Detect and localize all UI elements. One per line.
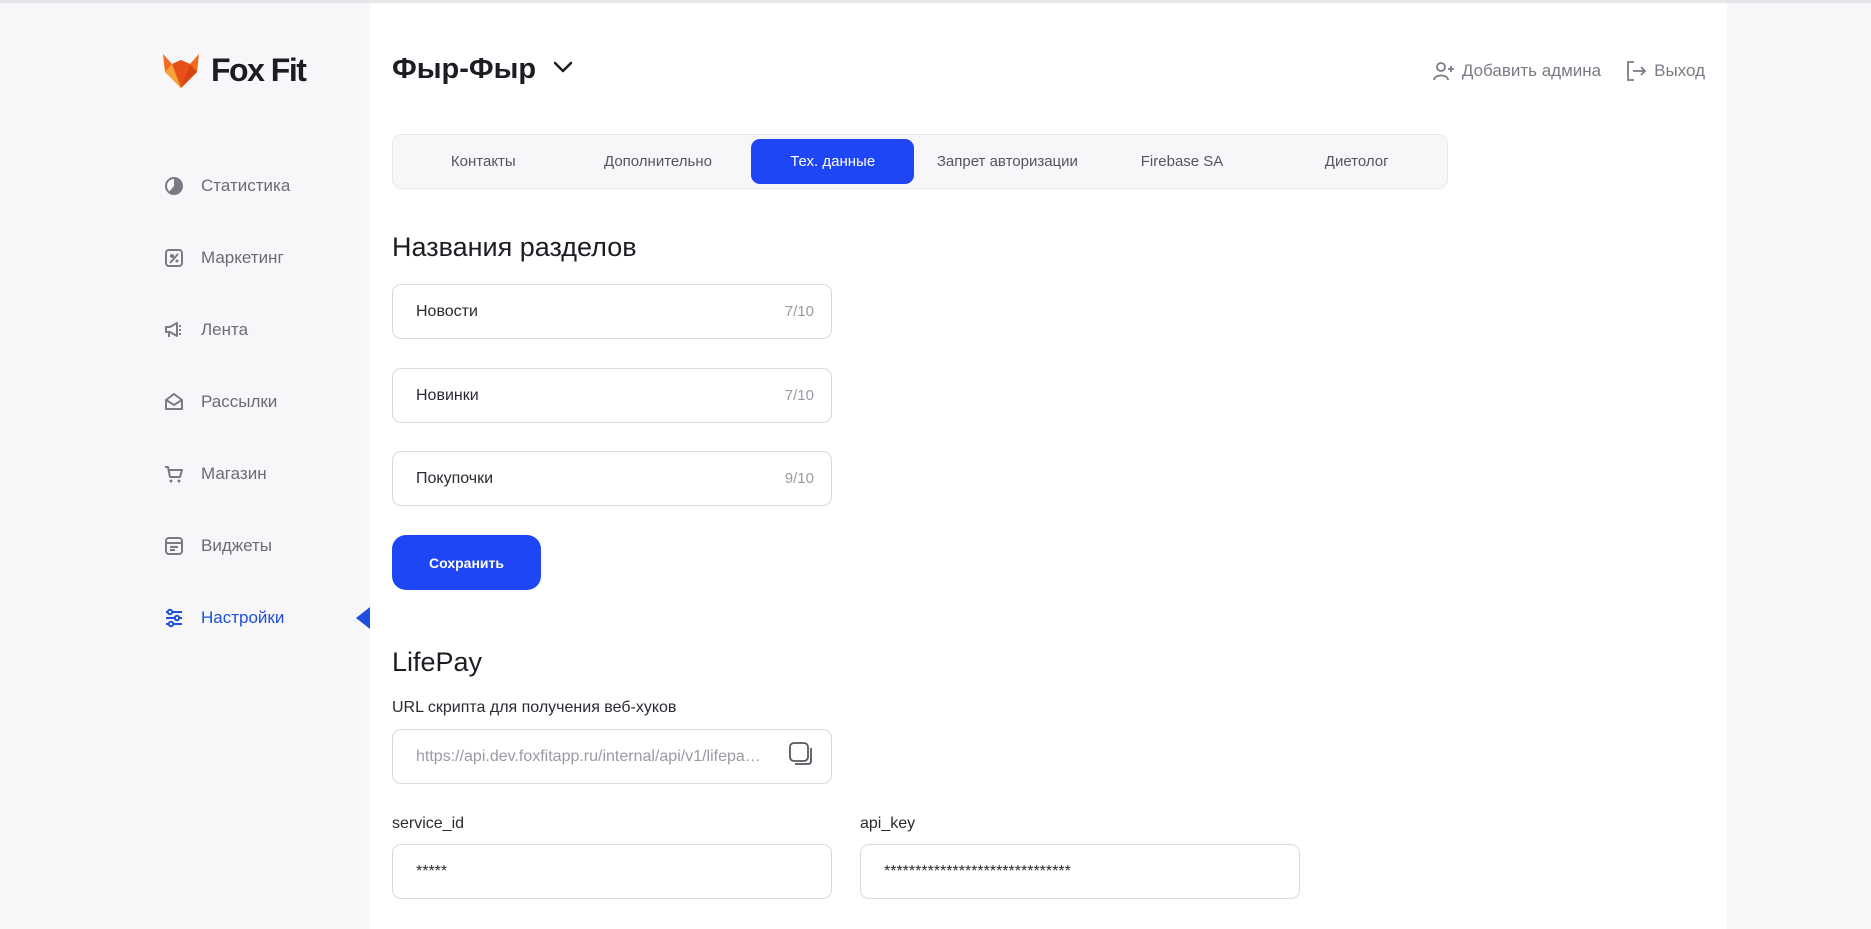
sidebar-item-label: Виджеты: [201, 536, 273, 555]
sidebar-item-mailings[interactable]: Рассылки: [163, 366, 370, 438]
lifepay-title: LifePay: [392, 647, 483, 677]
org-selector[interactable]: Фыр-Фыр: [392, 53, 574, 86]
sidebar-item-settings[interactable]: Настройки: [163, 582, 370, 654]
save-button[interactable]: Сохранить: [392, 535, 541, 590]
cart-icon: [163, 463, 185, 485]
sliders-icon: [163, 607, 185, 629]
active-indicator: [356, 607, 370, 629]
tab-dietitian[interactable]: Диетолог: [1269, 139, 1444, 184]
header-actions: Добавить админа Выход: [1432, 60, 1705, 82]
char-counter: 7/10: [784, 387, 814, 404]
logout-label: Выход: [1654, 61, 1705, 80]
logout-button[interactable]: Выход: [1625, 60, 1705, 82]
char-counter: 9/10: [784, 470, 814, 487]
mail-icon: [163, 391, 185, 413]
sidebar-item-label: Статистика: [201, 176, 291, 195]
main-content: Фыр-Фыр Добавить админа Выход Контакты Д…: [370, 3, 1727, 929]
section-name-field[interactable]: Покупочки 9/10: [392, 451, 832, 506]
api-key-field[interactable]: ******************************: [860, 844, 1300, 899]
section-name-field[interactable]: Новинки 7/10: [392, 368, 832, 423]
marketing-icon: [163, 247, 185, 269]
sidebar-nav: Статистика Маркетинг Лента Рассылки Мага…: [163, 150, 370, 654]
sidebar-item-label: Настройки: [201, 608, 285, 627]
sidebar-item-widgets[interactable]: Виджеты: [163, 510, 370, 582]
tab-additional[interactable]: Дополнительно: [571, 139, 746, 184]
sidebar-item-statistics[interactable]: Статистика: [163, 150, 370, 222]
sidebar-item-label: Рассылки: [201, 392, 278, 411]
tab-firebase-sa[interactable]: Firebase SA: [1095, 139, 1270, 184]
sidebar-item-marketing[interactable]: Маркетинг: [163, 222, 370, 294]
sidebar-item-label: Маркетинг: [201, 248, 284, 267]
tab-contacts[interactable]: Контакты: [396, 139, 571, 184]
section-names-title: Названия разделов: [392, 232, 637, 262]
pie-chart-icon: [163, 175, 185, 197]
settings-tabs: Контакты Дополнительно Тех. данные Запре…: [392, 134, 1448, 189]
field-value: Новости: [416, 302, 478, 320]
logout-icon: [1627, 61, 1647, 81]
tab-auth-ban[interactable]: Запрет авторизации: [920, 139, 1095, 184]
fox-logo-icon: [163, 53, 199, 88]
add-user-icon: [1432, 62, 1454, 81]
right-margin: [1727, 3, 1871, 929]
service-id-field[interactable]: *****: [392, 844, 832, 899]
field-value: ******************************: [884, 862, 1071, 880]
service-id-label: service_id: [392, 815, 465, 832]
megaphone-icon: [163, 319, 185, 341]
copy-icon[interactable]: [788, 741, 814, 772]
char-counter: 7/10: [784, 303, 814, 320]
add-admin-label: Добавить админа: [1461, 61, 1602, 80]
field-value: Покупочки: [416, 469, 494, 487]
chevron-down-icon[interactable]: [552, 60, 574, 79]
field-value: https://api.dev.foxfitapp.ru/internal/ap…: [416, 747, 766, 765]
field-value: Новинки: [416, 386, 479, 404]
sidebar-item-feed[interactable]: Лента: [163, 294, 370, 366]
brand-logo[interactable]: Fox Fit: [163, 52, 307, 89]
sidebar-item-shop[interactable]: Магазин: [163, 438, 370, 510]
tab-tech-data[interactable]: Тех. данные: [751, 139, 915, 184]
sidebar-item-label: Лента: [201, 320, 249, 339]
add-admin-button[interactable]: Добавить админа: [1432, 60, 1602, 82]
sidebar: Fox Fit Статистика Маркетинг Лента Рассы…: [0, 0, 370, 929]
brand-name: Fox Fit: [211, 52, 307, 88]
widget-icon: [163, 535, 185, 557]
page-title: Фыр-Фыр: [392, 53, 537, 85]
url-label: URL скрипта для получения веб-хуков: [392, 699, 677, 716]
api-key-label: api_key: [860, 815, 916, 832]
section-name-field[interactable]: Новости 7/10: [392, 284, 832, 339]
webhook-url-field[interactable]: https://api.dev.foxfitapp.ru/internal/ap…: [392, 729, 832, 784]
field-value: *****: [416, 862, 448, 880]
sidebar-item-label: Магазин: [201, 464, 267, 483]
